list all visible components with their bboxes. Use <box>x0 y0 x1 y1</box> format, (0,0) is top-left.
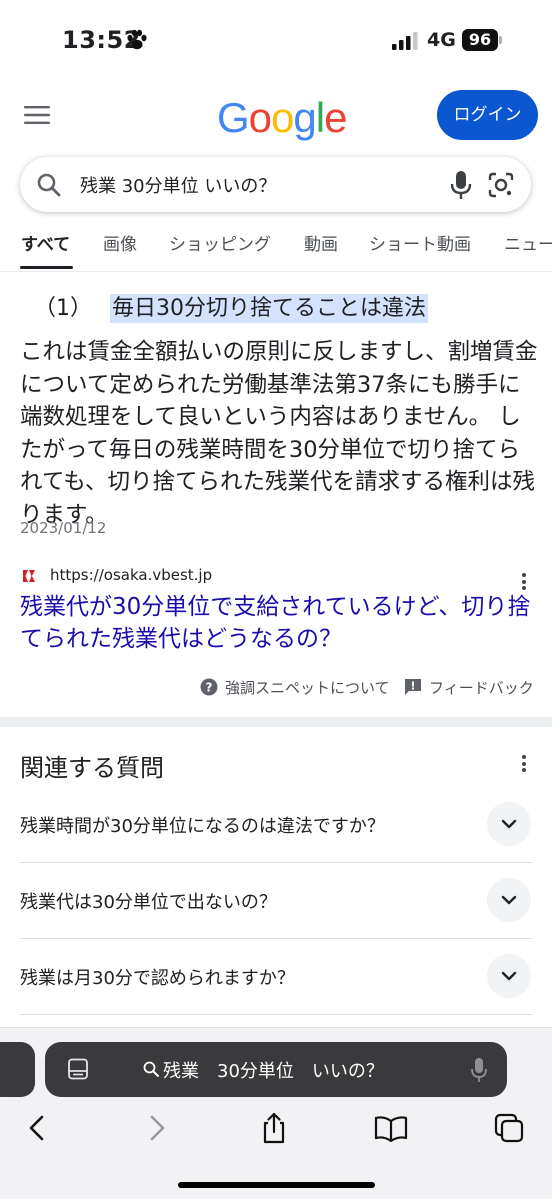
forward-icon[interactable] <box>142 1112 172 1144</box>
share-icon[interactable] <box>259 1112 289 1144</box>
tab-short-videos[interactable]: ショート動画 <box>369 230 471 255</box>
logo-letter: l <box>315 94 325 141</box>
result-title-link[interactable]: 残業代が30分単位で支給されているけど、切り捨てられた残業代はどうなるの？ <box>20 591 535 655</box>
related-question[interactable]: 残業時間が30分単位になるのは違法ですか？ <box>0 786 552 863</box>
home-indicator <box>178 1182 375 1188</box>
tab-videos[interactable]: 動画 <box>304 230 338 255</box>
site-favicon-icon <box>22 569 36 583</box>
status-bar: 13:52 4G 96 <box>0 0 552 80</box>
help-circle-icon: ? <box>200 678 218 696</box>
section-divider <box>0 717 552 727</box>
reader-mode-icon[interactable] <box>67 1058 89 1080</box>
logo-letter: e <box>324 94 347 141</box>
google-logo[interactable]: Google <box>217 94 347 142</box>
microphone-icon[interactable] <box>447 170 475 200</box>
feedback-icon <box>405 679 421 695</box>
about-snippet-label: 強調スニペットについて <box>225 679 390 697</box>
snippet-body: これは賃金全額払いの原則に反しますし、割増賃金について定められた労働基準法第37… <box>20 339 538 528</box>
active-tab-indicator <box>20 266 73 269</box>
more-options-icon[interactable] <box>521 573 527 593</box>
tab-shopping[interactable]: ショッピング <box>169 230 271 255</box>
snippet-highlight: 毎日30分切り捨てることは違法 <box>110 294 428 323</box>
svg-text:?: ? <box>206 681 213 695</box>
network-type: 4G <box>427 29 456 51</box>
related-more-options-icon[interactable] <box>521 755 527 775</box>
address-search-icon <box>143 1061 159 1077</box>
logo-letter: g <box>293 94 316 141</box>
snippet-heading-number: （1） <box>34 296 92 321</box>
logo-letter: o <box>248 94 272 141</box>
paw-icon <box>127 29 147 50</box>
back-icon[interactable] <box>22 1112 52 1144</box>
tab-images[interactable]: 画像 <box>103 230 137 255</box>
battery-tip <box>499 36 502 44</box>
bookmarks-icon[interactable] <box>374 1112 408 1144</box>
chevron-down-icon <box>501 971 517 981</box>
address-text[interactable]: 残業 30分単位 いいの？ <box>163 1057 384 1083</box>
logo-letter: o <box>271 94 294 141</box>
feedback-label: フィードバック <box>429 679 534 697</box>
tab-news[interactable]: ニュー <box>504 230 552 255</box>
source-url[interactable]: https://osaka.vbest.jp <box>50 566 212 584</box>
battery-level: 96 <box>462 29 498 51</box>
related-question[interactable]: 残業代は30分単位で出ないの？ <box>0 862 552 939</box>
related-question-text: 残業時間が30分単位になるのは違法ですか？ <box>20 816 385 837</box>
tab-all[interactable]: すべて <box>21 230 70 255</box>
google-lens-icon[interactable] <box>487 171 515 199</box>
question-separator <box>20 1014 532 1015</box>
address-microphone-icon[interactable] <box>470 1057 488 1083</box>
expand-button[interactable] <box>487 878 531 922</box>
login-button[interactable]: ログイン <box>437 90 538 140</box>
hamburger-menu-icon[interactable] <box>24 105 50 125</box>
related-question-text: 残業代は30分単位で出ないの？ <box>20 892 277 913</box>
related-question[interactable]: 残業は月30分で認められますか？ <box>0 938 552 1015</box>
snippet-date: 2023/01/12 <box>20 519 107 537</box>
chevron-down-icon <box>501 895 517 905</box>
search-box[interactable]: 残業 30分単位 いいの？ <box>20 157 531 212</box>
tabs-icon[interactable] <box>494 1112 524 1144</box>
search-icon <box>37 173 61 197</box>
expand-button[interactable] <box>487 954 531 998</box>
search-tabs: すべて 画像 ショッピング 動画 ショート動画 ニュー <box>0 226 552 272</box>
snippet-heading: （1） 毎日30分切り捨てることは違法 <box>34 290 428 323</box>
related-questions-title: 関連する質問 <box>20 754 164 782</box>
chevron-down-icon <box>501 819 517 829</box>
related-question-text: 残業は月30分で認められますか？ <box>20 968 295 989</box>
logo-letter: G <box>217 94 250 141</box>
expand-button[interactable] <box>487 802 531 846</box>
cellular-signal-icon <box>392 32 418 50</box>
address-bar[interactable]: 残業 30分単位 いいの？ <box>45 1042 507 1097</box>
search-input[interactable]: 残業 30分単位 いいの？ <box>80 172 276 198</box>
previous-tab-preview[interactable] <box>0 1042 35 1097</box>
